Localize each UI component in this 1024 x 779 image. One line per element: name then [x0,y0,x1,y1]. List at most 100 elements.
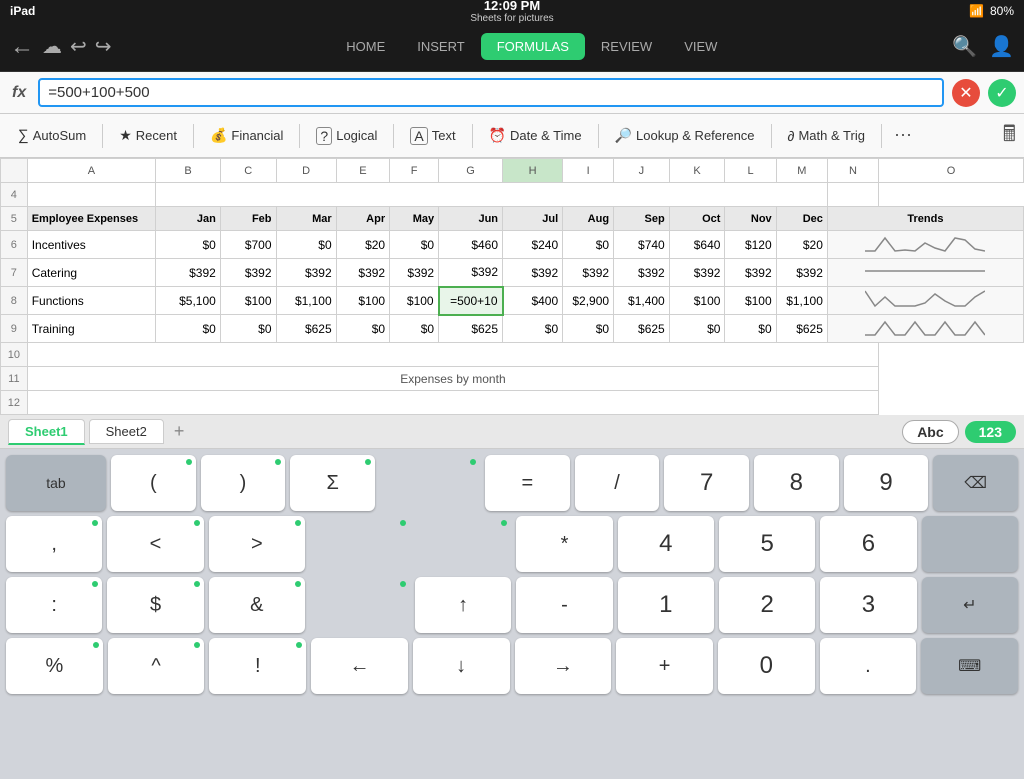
cell-a12[interactable] [27,391,878,415]
tab-home[interactable]: HOME [330,33,401,60]
autosum-button[interactable]: ∑ AutoSum [8,122,96,149]
key-down-arrow[interactable]: ↓ [413,638,510,694]
cell-incentives-jun[interactable]: $460 [439,231,503,259]
cloud-icon[interactable]: ☁ [42,34,62,59]
cell-training-sep[interactable]: $625 [614,315,670,343]
mathtrig-button[interactable]: ∂ Math & Trig [778,123,875,149]
datetime-button[interactable]: ⏰ Date & Time [479,122,592,149]
key-close-paren[interactable]: ) [201,455,286,511]
cell-catering-oct[interactable]: $392 [669,259,725,287]
cell-catering-jun[interactable]: $392 [439,259,503,287]
lookup-button[interactable]: 🔎 Lookup & Reference [605,122,765,149]
key-less[interactable]: < [107,516,203,572]
more-button[interactable]: ⋯ [888,125,918,146]
header-dec[interactable]: Dec [776,207,827,231]
cell-functions-oct[interactable]: $100 [669,287,725,315]
cell-training-dec[interactable]: $625 [776,315,827,343]
key-1[interactable]: 1 [618,577,714,633]
key-4[interactable]: 4 [618,516,714,572]
header-trends[interactable]: Trends [827,207,1023,231]
key-5[interactable]: 5 [719,516,815,572]
key-left-arrow[interactable]: ← [311,638,408,694]
cell-training-jan[interactable]: $0 [156,315,221,343]
cell-functions-jun[interactable]: =500+10 [439,287,503,315]
back-icon[interactable]: ← [10,33,34,61]
key-period[interactable]: . [820,638,917,694]
search-icon[interactable]: 🔍 [952,34,977,59]
header-jun[interactable]: Jun [439,207,503,231]
cell-incentives-aug[interactable]: $0 [563,231,614,259]
key-2[interactable]: 2 [719,577,815,633]
cell-incentives-oct[interactable]: $640 [669,231,725,259]
cell-catering-sep[interactable]: $392 [614,259,670,287]
sheet-tab-2[interactable]: Sheet2 [89,419,164,444]
cell-catering-nov[interactable]: $392 [725,259,776,287]
cell-o4[interactable] [827,183,878,207]
cell-catering-may[interactable]: $392 [390,259,439,287]
key-9[interactable]: 9 [844,455,929,511]
header-employee[interactable]: Employee Expenses [27,207,156,231]
cell-a4[interactable] [27,183,156,207]
key-comma[interactable]: , [6,516,102,572]
cell-catering-jan[interactable]: $392 [156,259,221,287]
cell-incentives-label[interactable]: Incentives [27,231,156,259]
abc-mode-button[interactable]: Abc [902,420,958,444]
key-caret[interactable]: ^ [108,638,205,694]
cell-training-oct[interactable]: $0 [669,315,725,343]
cell-incentives-may[interactable]: $0 [390,231,439,259]
cell-incentives-dec[interactable]: $20 [776,231,827,259]
header-sep[interactable]: Sep [614,207,670,231]
cell-training-jun[interactable]: $625 [439,315,503,343]
tab-review[interactable]: REVIEW [585,33,668,60]
cell-training-jul[interactable]: $0 [503,315,563,343]
undo-icon[interactable]: ↩ [70,34,87,59]
cell-catering-mar[interactable]: $392 [276,259,336,287]
add-sheet-button[interactable]: + [168,421,191,442]
key-open-paren[interactable]: ( [111,455,196,511]
key-0[interactable]: 0 [718,638,815,694]
confirm-button[interactable]: ✓ [988,79,1016,107]
key-3[interactable]: 3 [820,577,916,633]
tab-view[interactable]: VIEW [668,33,733,60]
recent-button[interactable]: ★ Recent [109,122,187,149]
key-6[interactable]: 6 [820,516,916,572]
key-equals[interactable]: = [485,455,570,511]
header-mar[interactable]: Mar [276,207,336,231]
account-icon[interactable]: 👤 [989,34,1014,59]
key-greater[interactable]: > [209,516,305,572]
cell-functions-jan[interactable]: $5,100 [156,287,221,315]
cell-training-label[interactable]: Training [27,315,156,343]
cell-b4[interactable] [156,183,828,207]
cell-functions-dec[interactable]: $1,100 [776,287,827,315]
calculator-button[interactable]: 🖩 [1003,117,1016,155]
cell-catering-aug[interactable]: $392 [563,259,614,287]
header-aug[interactable]: Aug [563,207,614,231]
cell-catering-apr[interactable]: $392 [336,259,389,287]
cell-incentives-apr[interactable]: $20 [336,231,389,259]
cancel-button[interactable]: ✕ [952,79,980,107]
key-delete[interactable]: ⌫ [933,455,1018,511]
cell-functions-feb[interactable]: $100 [220,287,276,315]
cell-catering-feb[interactable]: $392 [220,259,276,287]
key-7[interactable]: 7 [664,455,749,511]
header-oct[interactable]: Oct [669,207,725,231]
header-jan[interactable]: Jan [156,207,221,231]
key-ampersand[interactable]: & [209,577,305,633]
cell-training-may[interactable]: $0 [390,315,439,343]
key-exclaim[interactable]: ! [209,638,306,694]
header-jul[interactable]: Jul [503,207,563,231]
key-return[interactable]: ↵ [922,577,1018,633]
key-slash[interactable]: / [575,455,660,511]
cell-catering-label[interactable]: Catering [27,259,156,287]
cell-training-mar[interactable]: $625 [276,315,336,343]
key-asterisk[interactable]: * [516,516,612,572]
cell-functions-label[interactable]: Functions [27,287,156,315]
redo-icon[interactable]: ↪ [95,34,112,59]
cell-training-feb[interactable]: $0 [220,315,276,343]
num-mode-button[interactable]: 123 [965,421,1016,443]
formula-input[interactable] [38,78,944,107]
key-up-arrow[interactable]: ↑ [415,577,511,633]
cell-functions-may[interactable]: $100 [390,287,439,315]
cell-incentives-nov[interactable]: $120 [725,231,776,259]
cell-training-aug[interactable]: $0 [563,315,614,343]
